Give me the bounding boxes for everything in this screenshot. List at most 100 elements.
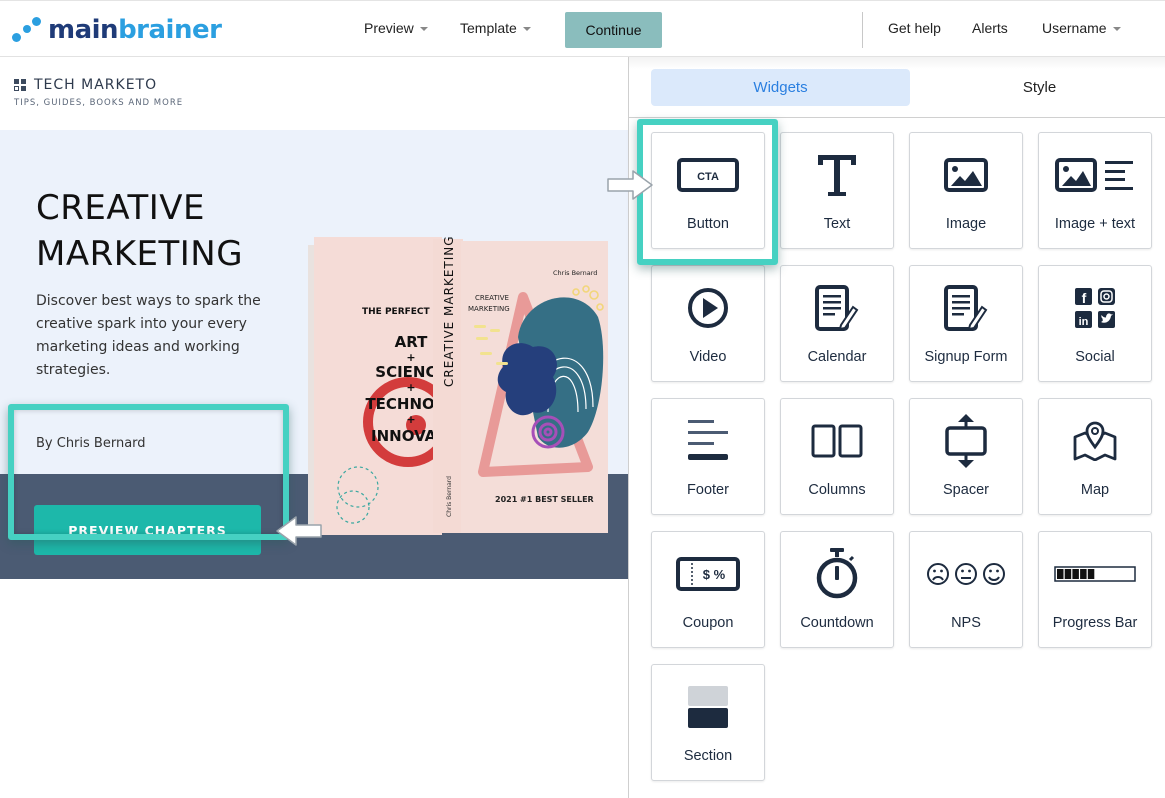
widget-label: Video [689, 349, 727, 365]
widget-progress-bar[interactable]: Progress Bar [1038, 531, 1152, 648]
linkedin-icon: in [1075, 311, 1092, 328]
widget-label: Footer [687, 482, 729, 498]
widget-columns[interactable]: Columns [780, 398, 894, 515]
widget-label: Coupon [682, 615, 734, 631]
widget-label: Calendar [807, 349, 867, 365]
twitter-icon [1098, 311, 1115, 328]
cta-icon-text: CTA [697, 171, 719, 183]
book-front-badge: 2021 #1 BEST SELLER [495, 495, 594, 504]
progress-cell [1072, 569, 1079, 579]
progress-cell [1087, 569, 1095, 579]
book-back-line: ART [395, 333, 428, 351]
progress-cell [1064, 569, 1072, 579]
widget-label: Social [1075, 349, 1115, 365]
widget-label: Map [1080, 482, 1110, 498]
widget-label: Spacer [943, 482, 989, 498]
widget-label: Button [687, 216, 729, 232]
button-highlight-frame [8, 404, 289, 540]
hero-title[interactable]: CREATIVE MARKETING [36, 185, 243, 277]
book-front-author: Chris Bernard [553, 269, 597, 277]
widget-section[interactable]: Section [651, 664, 765, 781]
widget-label: Section [683, 748, 733, 764]
hero-description[interactable]: Discover best ways to spark the creative… [36, 290, 266, 382]
social-icon: f in [1050, 278, 1140, 338]
text-icon [792, 145, 882, 205]
logo-text: mainbrainer [48, 15, 222, 45]
widget-map[interactable]: Map [1038, 398, 1152, 515]
username-menu[interactable]: Username [1042, 20, 1121, 36]
tab-style[interactable]: Style [910, 69, 1165, 106]
brand-grid-icon [14, 79, 26, 91]
signup-form-icon [921, 278, 1011, 338]
nps-icon [921, 544, 1011, 604]
username-label: Username [1042, 20, 1107, 36]
svg-text:f: f [1082, 290, 1087, 306]
coupon-icon: $ % [663, 544, 753, 604]
facebook-icon: f [1075, 288, 1092, 306]
alerts-link[interactable]: Alerts [972, 20, 1008, 36]
arrow-left-icon [276, 516, 322, 546]
book-back-line: + [406, 413, 415, 426]
arrow-right-icon [607, 170, 653, 200]
widget-video[interactable]: Video [651, 265, 765, 382]
top-header: mainbrainer Preview Template Continue Ge… [0, 0, 1165, 57]
tab-widgets[interactable]: Widgets [651, 69, 910, 106]
widget-spacer[interactable]: Spacer [909, 398, 1023, 515]
widget-image-text[interactable]: Image + text [1038, 132, 1152, 249]
progress-bar-icon [1050, 544, 1140, 604]
progress-cell [1057, 569, 1064, 579]
book-spine-author: Chris Bernard [446, 476, 453, 517]
widget-label: Columns [808, 482, 866, 498]
widget-signup-form[interactable]: Signup Form [909, 265, 1023, 382]
widget-label: Image + text [1054, 216, 1136, 232]
widget-footer[interactable]: Footer [651, 398, 765, 515]
panel-tabs: Widgets Style [629, 57, 1165, 118]
section-icon [663, 677, 753, 737]
chevron-down-icon [1112, 26, 1121, 31]
widget-countdown[interactable]: Countdown [780, 531, 894, 648]
coupon-icon-text: $ % [703, 567, 726, 582]
widget-nps[interactable]: NPS [909, 531, 1023, 648]
continue-button[interactable]: Continue [565, 12, 662, 48]
instagram-icon [1098, 288, 1115, 305]
book-front-title: CREATIVE [475, 294, 509, 302]
widget-label: Signup Form [924, 349, 1008, 365]
svg-text:in: in [1079, 316, 1089, 328]
play-icon [663, 278, 753, 338]
get-help-link[interactable]: Get help [888, 20, 941, 36]
stopwatch-icon [792, 544, 882, 604]
progress-cell [1080, 569, 1087, 579]
widget-label: Countdown [800, 615, 874, 631]
template-menu[interactable]: Template [460, 20, 531, 36]
hero-title-line: MARKETING [36, 234, 244, 274]
mainbrainer-logo[interactable]: mainbrainer [10, 13, 222, 47]
cta-button-icon: CTA [663, 145, 753, 205]
brand-title: TECH MARKETO [34, 77, 158, 93]
widget-label: NPS [951, 615, 981, 631]
footer-icon [663, 411, 753, 471]
widget-coupon[interactable]: $ % Coupon [651, 531, 765, 648]
image-text-icon [1050, 145, 1140, 205]
widget-calendar[interactable]: Calendar [780, 265, 894, 382]
book-mockup-image[interactable]: THE PERFECT BLE ART + SCIENCE + TECHNOLO… [308, 237, 608, 535]
preview-menu[interactable]: Preview [364, 20, 428, 36]
hero-title-line: CREATIVE [36, 188, 206, 228]
brand-subtitle: TIPS, GUIDES, BOOKS AND MORE [14, 98, 184, 108]
chevron-down-icon [419, 26, 428, 31]
alerts-label: Alerts [972, 20, 1008, 36]
calendar-icon [792, 278, 882, 338]
book-back-line: + [406, 381, 415, 394]
widget-text[interactable]: Text [780, 132, 894, 249]
widget-social[interactable]: f in Social [1038, 265, 1152, 382]
header-divider [862, 12, 863, 48]
widget-image[interactable]: Image [909, 132, 1023, 249]
chevron-down-icon [522, 26, 531, 31]
brand-header: TECH MARKETO TIPS, GUIDES, BOOKS AND MOR… [14, 77, 183, 108]
template-menu-label: Template [460, 20, 517, 36]
spacer-icon [921, 411, 1011, 471]
widget-label: Progress Bar [1052, 615, 1138, 631]
widget-button[interactable]: CTA Button [651, 132, 765, 249]
book-front-title: MARKETING [468, 305, 510, 313]
columns-icon [792, 411, 882, 471]
get-help-label: Get help [888, 20, 941, 36]
